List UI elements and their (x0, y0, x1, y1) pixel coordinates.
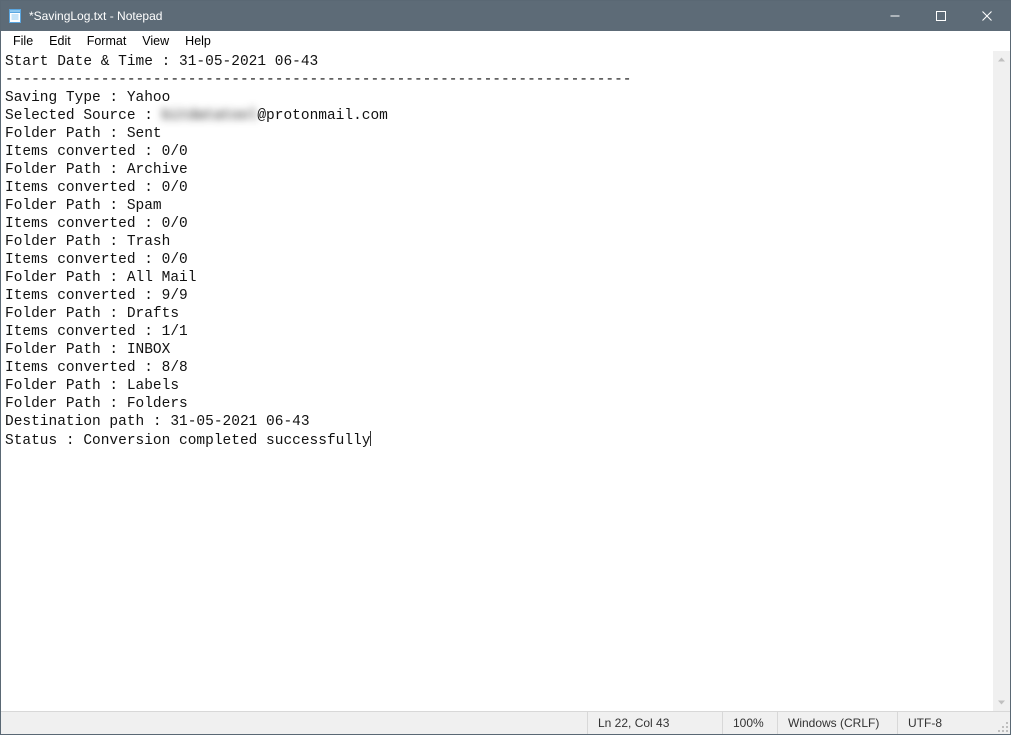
text-line: Folder Path : Folders (5, 395, 989, 413)
text-line: Folder Path : All Mail (5, 269, 989, 287)
text-caret (370, 431, 371, 446)
text-line: ----------------------------------------… (5, 71, 989, 89)
notepad-icon (7, 8, 23, 24)
text-line: Items converted : 8/8 (5, 359, 989, 377)
menubar: File Edit Format View Help (1, 31, 1010, 51)
status-zoom: 100% (723, 712, 778, 734)
statusbar: Ln 22, Col 43 100% Windows (CRLF) UTF-8 (1, 711, 1010, 734)
text-line: Folder Path : Drafts (5, 305, 989, 323)
text-line: Saving Type : Yahoo (5, 89, 989, 107)
maximize-button[interactable] (918, 1, 964, 31)
status-line-ending: Windows (CRLF) (778, 712, 898, 734)
text-line: Start Date & Time : 31-05-2021 06-43 (5, 53, 989, 71)
scroll-down-button[interactable] (993, 694, 1010, 711)
text-line: Folder Path : INBOX (5, 341, 989, 359)
text-line: Items converted : 0/0 (5, 143, 989, 161)
text-line: Items converted : 0/0 (5, 251, 989, 269)
text-area[interactable]: Start Date & Time : 31-05-2021 06-43----… (1, 51, 993, 711)
menu-file[interactable]: File (5, 33, 41, 49)
scroll-up-button[interactable] (993, 51, 1010, 68)
text-line: Items converted : 1/1 (5, 323, 989, 341)
editor-frame: Start Date & Time : 31-05-2021 06-43----… (1, 51, 1010, 711)
text-line: Folder Path : Trash (5, 233, 989, 251)
window-controls (872, 1, 1010, 31)
close-button[interactable] (964, 1, 1010, 31)
text-line: Destination path : 31-05-2021 06-43 (5, 413, 989, 431)
text-line: Folder Path : Spam (5, 197, 989, 215)
text-line: Items converted : 0/0 (5, 179, 989, 197)
text-line: Items converted : 0/0 (5, 215, 989, 233)
resize-grip-icon[interactable] (993, 712, 1010, 734)
text-line: Status : Conversion completed successful… (5, 431, 989, 450)
status-cursor-position: Ln 22, Col 43 (588, 712, 723, 734)
vertical-scrollbar[interactable] (993, 51, 1010, 711)
window-title: *SavingLog.txt - Notepad (29, 9, 872, 23)
text-line: Folder Path : Labels (5, 377, 989, 395)
menu-format[interactable]: Format (79, 33, 135, 49)
menu-view[interactable]: View (134, 33, 177, 49)
text-line: Items converted : 9/9 (5, 287, 989, 305)
text-line: Selected Source : bitdatatool@protonmail… (5, 107, 989, 125)
menu-edit[interactable]: Edit (41, 33, 79, 49)
titlebar[interactable]: *SavingLog.txt - Notepad (1, 1, 1010, 31)
status-encoding: UTF-8 (898, 712, 993, 734)
menu-help[interactable]: Help (177, 33, 219, 49)
text-line: Folder Path : Archive (5, 161, 989, 179)
minimize-button[interactable] (872, 1, 918, 31)
status-spacer (1, 712, 588, 734)
scroll-track[interactable] (993, 68, 1010, 694)
text-line: Folder Path : Sent (5, 125, 989, 143)
